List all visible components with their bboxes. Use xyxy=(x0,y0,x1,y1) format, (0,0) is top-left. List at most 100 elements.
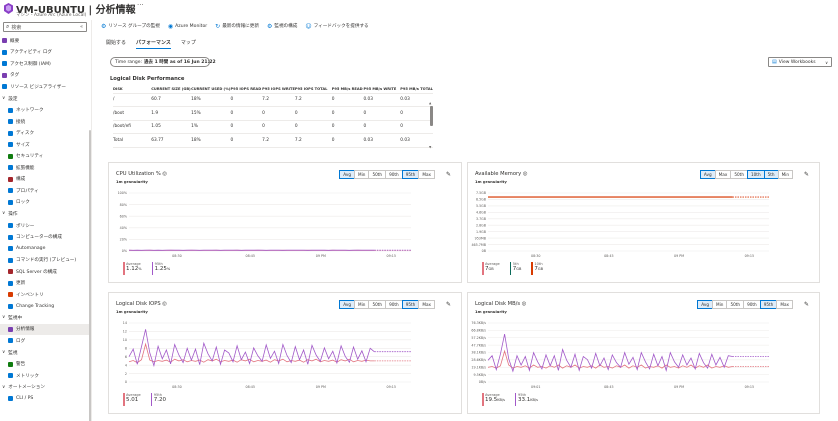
sidebar-item[interactable]: ディスク xyxy=(0,127,91,139)
sidebar-item[interactable]: サイズ xyxy=(0,139,91,151)
sidebar-item[interactable]: タグ xyxy=(0,70,91,82)
sidebar-item[interactable]: CLI / PS xyxy=(0,393,91,405)
column-header[interactable]: P95 IOPS WRITE xyxy=(262,85,295,94)
scroll-up-arrow-icon[interactable]: ▲ xyxy=(429,101,431,105)
sidebar-item[interactable]: アクセス制御 (IAM) xyxy=(0,58,91,70)
table-scrollbar[interactable] xyxy=(430,106,433,126)
y-tick-label: 2.8GB xyxy=(476,223,487,227)
table-row[interactable]: /boot 1.9 15% 0 0 0 0 0 0 xyxy=(113,106,433,121)
sidebar-item[interactable]: ログ xyxy=(0,335,91,347)
legend-value-unit: GB xyxy=(516,267,522,271)
more-options-icon[interactable]: ··· xyxy=(137,1,144,9)
toolbar-button[interactable]: ⚙ 監視の構成 xyxy=(267,23,297,30)
favorite-star-icon[interactable]: ☆ xyxy=(125,2,131,10)
column-header[interactable]: CURRENT USED (%) xyxy=(191,85,231,94)
legend-item[interactable]: Average 1.12% xyxy=(123,262,142,275)
table-cell: 63.77 xyxy=(151,133,192,148)
sidebar-item[interactable]: SQL Server の構成 xyxy=(0,266,91,278)
sidebar-item[interactable]: リソース ビジュアライザー xyxy=(0,81,91,93)
table-cell: /boot xyxy=(113,106,152,121)
sidebar-item[interactable]: 警告 xyxy=(0,358,91,370)
sidebar-item[interactable]: 拡張機能 xyxy=(0,162,91,174)
sidebar-item-label: ポリシー xyxy=(16,223,35,229)
table-cell: 15% xyxy=(191,106,231,121)
x-tick-label: 08:45 xyxy=(604,254,614,258)
sidebar-item[interactable]: Automanage xyxy=(0,243,91,255)
scroll-down-arrow-icon[interactable]: ▼ xyxy=(429,145,431,149)
table-row[interactable]: /boot/efi 1.05 1% 0 0 0 0 0 0 xyxy=(113,120,433,134)
search-box[interactable]: ⌕ 検索 « xyxy=(3,22,87,32)
legend-value-unit: GB xyxy=(488,267,494,271)
legend-color-swatch xyxy=(151,262,154,275)
sidebar-item-label: Automanage xyxy=(16,246,46,252)
sidebar-item[interactable]: ∨ オートメーション xyxy=(0,381,91,393)
sidebar-item[interactable]: 接続 xyxy=(0,116,91,128)
column-header[interactable]: P95 MB/s WRITE xyxy=(363,85,401,94)
tab[interactable]: 開始する xyxy=(106,39,126,49)
nav-item-icon xyxy=(8,223,13,229)
sidebar-item-label: コマンドの実行 (プレビュー) xyxy=(16,258,77,264)
sidebar-scrollbar[interactable] xyxy=(89,130,91,421)
legend-item[interactable]: 5th 7GB xyxy=(509,262,522,275)
tab[interactable]: マップ xyxy=(181,39,196,49)
legend-item[interactable]: Average 5.01 xyxy=(123,393,141,406)
nav-item-icon xyxy=(2,84,7,90)
sidebar-item[interactable]: ポリシー xyxy=(0,220,91,232)
sidebar-item[interactable]: ネットワーク xyxy=(0,104,91,116)
sidebar-item[interactable]: ロック xyxy=(0,197,91,209)
sidebar-item[interactable]: インベントリ xyxy=(0,289,91,301)
y-tick-label: 9.5KB/s xyxy=(474,373,487,377)
sidebar-item[interactable]: プロパティ xyxy=(0,185,91,197)
legend-item[interactable]: 95th 1.25% xyxy=(151,262,170,275)
legend-item[interactable]: 95th 7.20 xyxy=(150,393,166,406)
toolbar-button[interactable]: ⚙ リソース グループの監視 xyxy=(101,23,160,30)
sidebar-item[interactable]: セキュリティ xyxy=(0,150,91,162)
sidebar-item[interactable]: アクティビティ ログ xyxy=(0,47,91,59)
sidebar-item-label: インベントリ xyxy=(16,292,44,298)
table-cell: 0 xyxy=(400,120,433,134)
sidebar-item[interactable]: 構成 xyxy=(0,174,91,186)
sidebar-item[interactable]: Change Tracking xyxy=(0,301,91,313)
toolbar-icon: ☺ xyxy=(305,22,312,30)
x-tick-label: 09 PM xyxy=(674,385,684,389)
toolbar-button[interactable]: ↻ 最新の情報に更新 xyxy=(215,23,259,30)
sidebar-item[interactable]: 更新 xyxy=(0,277,91,289)
toolbar-button[interactable]: ◉ Azure Monitor xyxy=(168,23,207,30)
sidebar-item-label: アクセス制御 (IAM) xyxy=(10,61,51,67)
sidebar-item[interactable]: コマンドの実行 (プレビュー) xyxy=(0,254,91,266)
legend-item[interactable]: Average 19.5KB/s xyxy=(482,393,505,406)
table-cell: 0 xyxy=(230,120,263,134)
column-header[interactable]: P95 IOPS READ xyxy=(230,85,263,94)
legend-item[interactable]: 10th 7GB xyxy=(531,262,543,275)
legend-item[interactable]: 95th 33.1KB/s xyxy=(514,393,538,406)
sidebar-item[interactable]: メトリック xyxy=(0,370,91,382)
page-subtitle: マシン - Azure Arc (Azure Local) xyxy=(16,13,87,18)
sidebar-item[interactable]: ∨ 監視 xyxy=(0,347,91,359)
view-workbooks-dropdown[interactable]: ▤ View Workbooks ∨ xyxy=(768,57,832,67)
column-header[interactable]: P95 MB/s READ xyxy=(331,85,364,94)
sidebar: ⌕ 検索 « 概要 アクティビティ ログアクセス制御 (IAM) タグ リソース ビジ… xyxy=(0,20,92,421)
sidebar-item[interactable]: 概要 xyxy=(0,35,91,47)
sidebar-item[interactable]: コンピューターの構成 xyxy=(0,231,91,243)
toolbar-button-label: 最新の情報に更新 xyxy=(222,24,259,29)
table-row[interactable]: /60.7 18% 0 7.2 7.2 0 0.03 0.03 xyxy=(113,93,433,107)
sidebar-item-label: プロパティ xyxy=(16,188,39,194)
column-header[interactable]: DISK xyxy=(113,85,152,94)
collapse-sidebar-icon[interactable]: « xyxy=(80,24,83,30)
sidebar-item-label: ロック xyxy=(16,200,30,206)
time-range-picker[interactable]: Time range: 過去 1 時間 as of 16 Jun 21:22 xyxy=(110,57,216,67)
toolbar-button[interactable]: ☺ フィードバックを提供する xyxy=(305,23,368,30)
sidebar-item-label: メトリック xyxy=(16,373,39,379)
sidebar-item[interactable]: 分析情報 xyxy=(0,323,91,336)
column-header[interactable]: P95 MB/s TOTAL xyxy=(400,85,433,94)
column-header[interactable]: P95 IOPS TOTAL xyxy=(294,85,332,94)
sidebar-item[interactable]: ∨ 監視中 xyxy=(0,312,91,324)
table-row[interactable]: Total 63.77 18% 0 7.2 7.2 0 0.03 0.03 xyxy=(113,133,433,148)
sidebar-item-label: 拡張機能 xyxy=(16,165,35,171)
nav-item-icon xyxy=(8,153,13,159)
tab[interactable]: パフォーマンス xyxy=(136,39,171,49)
legend-item[interactable]: Average 7GB xyxy=(482,262,500,275)
column-header[interactable]: CURRENT SIZE (GB) xyxy=(151,85,192,94)
sidebar-item[interactable]: ∨ 操作 xyxy=(0,208,91,220)
sidebar-item[interactable]: ∨ 設定 xyxy=(0,93,91,105)
